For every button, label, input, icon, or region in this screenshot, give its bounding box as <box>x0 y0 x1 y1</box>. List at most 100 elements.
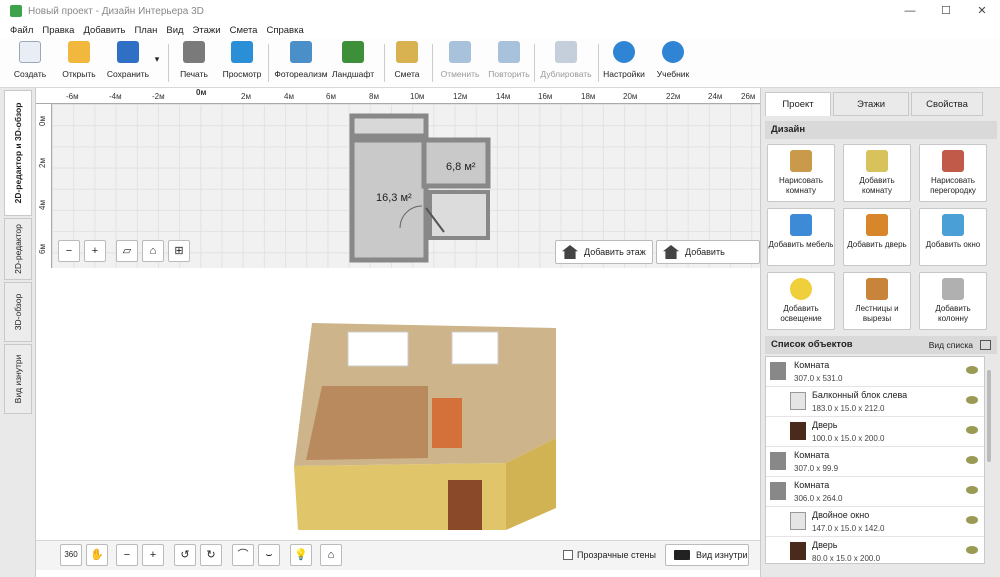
tutorial-button[interactable]: Учебник <box>652 41 694 85</box>
menu-add[interactable]: Добавить <box>83 25 125 36</box>
add-window-button[interactable]: Добавить окно <box>919 208 987 266</box>
redo-button[interactable]: Повторить <box>486 41 532 85</box>
add-roof-button[interactable]: Добавить крышу <box>656 240 760 264</box>
tab-3d-view[interactable]: 3D-обзор <box>4 282 32 342</box>
bathroom[interactable] <box>428 190 490 240</box>
object-list[interactable]: Комната 307.0 x 531.0 Балконный блок слев… <box>765 356 985 564</box>
visibility-eye-icon[interactable] <box>966 516 978 524</box>
house-3d-model[interactable] <box>36 268 760 540</box>
landscape-button[interactable]: Ландшафт <box>330 41 376 85</box>
menu-view[interactable]: Вид <box>166 25 183 36</box>
transparent-walls-checkbox[interactable] <box>563 550 573 560</box>
visibility-eye-icon[interactable] <box>966 546 978 554</box>
title-bar: Новый проект - Дизайн Интерьера 3D — ☐ ✕ <box>0 0 1000 22</box>
folder-icon <box>68 41 90 63</box>
add-furniture-button[interactable]: Добавить мебель <box>767 208 835 266</box>
list-item[interactable]: Комната 307.0 x 99.9 <box>766 447 984 477</box>
visibility-eye-icon[interactable] <box>966 486 978 494</box>
add-room-button[interactable]: Добавить комнату <box>843 144 911 202</box>
rotate-right-button[interactable]: ↻ <box>200 544 222 566</box>
toolbar-separator <box>598 44 599 82</box>
ruler-label: 4м <box>284 92 294 101</box>
tab-floors[interactable]: Этажи <box>833 92 909 116</box>
create-button[interactable]: Создать <box>10 41 50 85</box>
home-3d-button[interactable]: ⌂ <box>320 544 342 566</box>
menu-floors[interactable]: Этажи <box>193 25 221 36</box>
draw-partition-button[interactable]: Нарисовать перегородку <box>919 144 987 202</box>
preview-button[interactable]: Просмотр <box>222 41 262 85</box>
list-item[interactable]: Балконный блок слева 183.0 x 15.0 x 212.0 <box>766 387 984 417</box>
add-lighting-button[interactable]: Добавить освещение <box>767 272 835 330</box>
list-item[interactable]: Дверь 80.0 x 15.0 x 200.0 <box>766 537 984 563</box>
list-item[interactable]: Комната 307.0 x 531.0 <box>766 357 984 387</box>
toolbar-separator <box>268 44 269 82</box>
list-item[interactable]: Двойное окно 147.0 x 15.0 x 142.0 <box>766 507 984 537</box>
save-button[interactable]: Сохранить <box>104 41 152 85</box>
add-column-button[interactable]: Добавить колонну <box>919 272 987 330</box>
floor-plan[interactable] <box>348 112 494 264</box>
home-view-button[interactable]: ⌂ <box>142 240 164 262</box>
tab-2d-editor[interactable]: 2D-редактор <box>4 218 32 280</box>
window-icon <box>790 392 806 410</box>
estimate-button[interactable]: Смета <box>392 41 422 85</box>
add-floor-button[interactable]: Добавить этаж <box>555 240 653 264</box>
view-3d[interactable] <box>36 268 760 577</box>
settings-button[interactable]: Настройки <box>602 41 646 85</box>
ruler-label: 8м <box>369 92 379 101</box>
tab-properties[interactable]: Свойства <box>911 92 983 116</box>
ruler-tool-button[interactable]: ▱ <box>116 240 138 262</box>
close-button[interactable]: ✕ <box>964 0 1000 22</box>
list-item[interactable]: Дверь 100.0 x 15.0 x 200.0 <box>766 417 984 447</box>
rotate-left-button[interactable]: ↺ <box>174 544 196 566</box>
list-item[interactable]: Комната 306.0 x 264.0 <box>766 477 984 507</box>
tilt-down-button[interactable]: ⌣ <box>258 544 280 566</box>
minimize-button[interactable]: — <box>892 0 928 22</box>
view-inside-button[interactable]: Вид изнутри <box>665 544 749 566</box>
pan-hand-button[interactable]: ✋ <box>86 544 108 566</box>
undo-button[interactable]: Отменить <box>438 41 482 85</box>
plan-editor-2d[interactable]: -6м -4м -2м 0м 2м 4м 6м 8м 10м 12м 14м 1… <box>36 88 760 268</box>
transparent-walls-toggle[interactable]: Прозрачные стены <box>563 550 656 560</box>
zoom-out-3d-button[interactable]: − <box>116 544 138 566</box>
menu-help[interactable]: Справка <box>266 25 303 36</box>
printer-icon <box>183 41 205 63</box>
zoom-in-button[interactable]: + <box>84 240 106 262</box>
grid-button[interactable]: ⊞ <box>168 240 190 262</box>
menu-file[interactable]: Файл <box>10 25 33 36</box>
room-icon <box>770 482 786 500</box>
door-icon <box>790 542 806 560</box>
visibility-eye-icon[interactable] <box>966 456 978 464</box>
photo-icon <box>290 41 312 63</box>
view-mode-tabs: 2D-редактор и 3D-обзор 2D-редактор 3D-об… <box>0 88 36 577</box>
toolbar-separator <box>432 44 433 82</box>
lighting-button[interactable]: 💡 <box>290 544 312 566</box>
zoom-out-button[interactable]: − <box>58 240 80 262</box>
maximize-button[interactable]: ☐ <box>928 0 964 22</box>
draw-room-icon <box>790 150 812 172</box>
ruler-label: 26м <box>741 92 756 101</box>
object-list-scrollbar[interactable] <box>987 370 991 462</box>
add-door-button[interactable]: Добавить дверь <box>843 208 911 266</box>
view-list-link[interactable]: Вид списка <box>929 336 973 354</box>
zoom-in-3d-button[interactable]: + <box>142 544 164 566</box>
print-button[interactable]: Печать <box>176 41 212 85</box>
draw-room-button[interactable]: Нарисовать комнату <box>767 144 835 202</box>
menu-estimate[interactable]: Смета <box>230 25 258 36</box>
tab-inside-view[interactable]: Вид изнутри <box>4 344 32 414</box>
photorealism-button[interactable]: Фотореализм <box>274 41 328 85</box>
visibility-eye-icon[interactable] <box>966 426 978 434</box>
rotate-360-button[interactable]: 360 <box>60 544 82 566</box>
list-view-icon[interactable] <box>980 340 991 350</box>
open-button[interactable]: Открыть <box>58 41 100 85</box>
stairs-cutouts-button[interactable]: Лестницы и вырезы <box>843 272 911 330</box>
tab-project[interactable]: Проект <box>765 92 831 116</box>
tilt-up-button[interactable]: ⌒ <box>232 544 254 566</box>
interior-door <box>432 398 462 448</box>
menu-edit[interactable]: Правка <box>42 25 74 36</box>
duplicate-button[interactable]: Дублировать <box>538 41 594 85</box>
tab-2d-editor-and-3d[interactable]: 2D-редактор и 3D-обзор <box>4 90 32 216</box>
menu-plan[interactable]: План <box>134 25 157 36</box>
visibility-eye-icon[interactable] <box>966 366 978 374</box>
window-icon <box>942 214 964 236</box>
visibility-eye-icon[interactable] <box>966 396 978 404</box>
